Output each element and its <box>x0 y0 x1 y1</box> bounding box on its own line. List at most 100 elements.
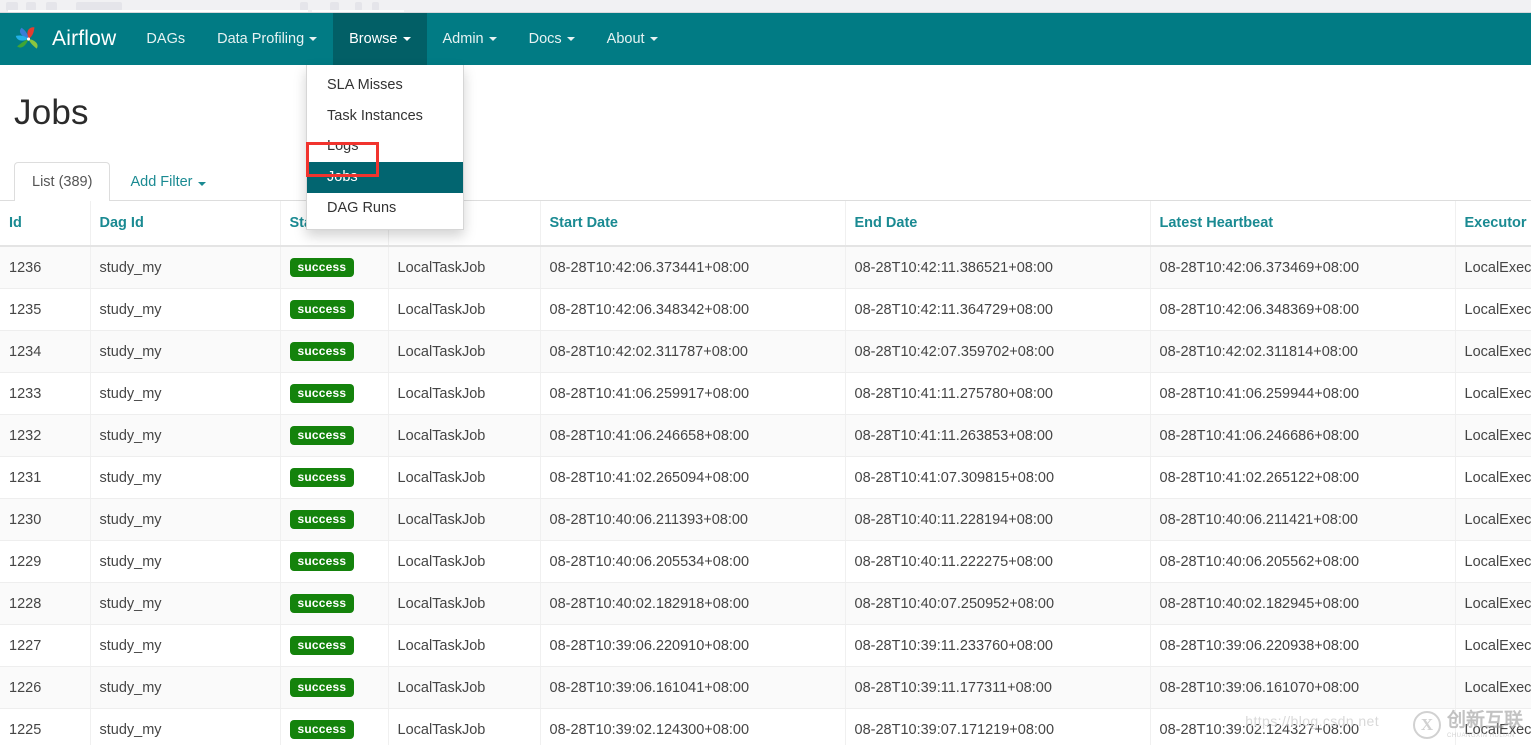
cell-state: success <box>280 415 388 457</box>
cell-end-date: 08-28T10:40:07.250952+08:00 <box>845 583 1150 625</box>
status-badge: success <box>290 594 355 613</box>
table-row[interactable]: 1233study_mysuccessLocalTaskJob08-28T10:… <box>0 373 1531 415</box>
cell-executor-class: LocalExecutor <box>1455 583 1531 625</box>
watermark-brand-cn: 创新互联 <box>1447 711 1523 730</box>
cell-job-type: LocalTaskJob <box>388 709 540 745</box>
brand-link[interactable]: Airflow <box>0 13 130 65</box>
cell-start-date: 08-28T10:39:06.161041+08:00 <box>540 667 845 709</box>
nav-item-admin-label: Admin <box>443 31 484 47</box>
browser-chrome <box>0 0 1531 13</box>
jobs-table: Id Dag Id State Job Type Start Date End … <box>0 201 1531 745</box>
page-content: Jobs List (389) Add Filter Id Dag Id Sta… <box>0 65 1531 745</box>
nav-item-data-profiling-label: Data Profiling <box>217 31 304 47</box>
table-row[interactable]: 1235study_mysuccessLocalTaskJob08-28T10:… <box>0 289 1531 331</box>
cell-id: 1234 <box>0 331 90 373</box>
cell-job-type: LocalTaskJob <box>388 457 540 499</box>
col-header-executor-class[interactable]: Executor Class <box>1455 201 1531 246</box>
table-row[interactable]: 1231study_mysuccessLocalTaskJob08-28T10:… <box>0 457 1531 499</box>
cell-state: success <box>280 709 388 745</box>
cell-executor-class: LocalExecutor <box>1455 499 1531 541</box>
jobs-table-head: Id Dag Id State Job Type Start Date End … <box>0 201 1531 246</box>
cell-dag-id: study_my <box>90 373 280 415</box>
cell-id: 1227 <box>0 625 90 667</box>
nav-item-docs[interactable]: Docs <box>513 13 591 65</box>
cell-latest-heartbeat: 08-28T10:42:02.311814+08:00 <box>1150 331 1455 373</box>
table-row[interactable]: 1227study_my success LocalTaskJob 08-28T10:… <box>0 625 1531 667</box>
cell-executor-class: LocalExecutor <box>1455 415 1531 457</box>
cell-id: 1236 <box>0 246 90 289</box>
cell-id: 1228 <box>0 583 90 625</box>
cell-executor-class: LocalExecutor <box>1455 331 1531 373</box>
status-badge: success <box>290 300 355 319</box>
browse-menu-item-logs[interactable]: Logs <box>307 131 463 162</box>
col-header-start-date[interactable]: Start Date <box>540 201 845 246</box>
nav-item-dags[interactable]: DAGs <box>130 13 201 65</box>
cell-dag-id: study_my <box>90 331 280 373</box>
nav-item-docs-label: Docs <box>529 31 562 47</box>
browse-menu-item-dag-runs[interactable]: DAG Runs <box>307 193 463 224</box>
cell-latest-heartbeat: 08-28T10:41:02.265122+08:00 <box>1150 457 1455 499</box>
cell-dag-id: study_my <box>90 289 280 331</box>
cell-state: success <box>280 583 388 625</box>
tab-list[interactable]: List (389) <box>14 162 110 201</box>
cell-latest-heartbeat: 08-28T10:39:06.161070+08:00 <box>1150 667 1455 709</box>
table-row[interactable]: 1234study_mysuccessLocalTaskJob 08-28T10:… <box>0 331 1531 373</box>
cell-id: 1226 <box>0 667 90 709</box>
cell-state: success <box>280 625 388 667</box>
airflow-pinwheel-logo-icon <box>14 25 43 54</box>
browse-menu-item-sla-misses[interactable]: SLA Misses <box>307 70 463 101</box>
add-filter-label: Add Filter <box>130 174 192 190</box>
cell-executor-class: LocalExecutor <box>1455 625 1531 667</box>
cell-dag-id: study_my <box>90 625 280 667</box>
col-header-latest-heartbeat[interactable]: Latest Heartbeat <box>1150 201 1455 246</box>
add-filter-dropdown[interactable]: Add Filter <box>112 162 223 201</box>
nav-item-dags-label: DAGs <box>146 31 185 47</box>
cell-dag-id: study_my <box>90 499 280 541</box>
status-badge: success <box>290 426 355 445</box>
cell-end-date: 08-28T10:39:11.233760+08:00 <box>845 625 1150 667</box>
nav-item-admin[interactable]: Admin <box>427 13 513 65</box>
col-header-dag-id[interactable]: Dag Id <box>90 201 280 246</box>
table-row[interactable]: 1236study_mysuccessLocalTaskJob08-28T10:… <box>0 246 1531 289</box>
cell-state: success <box>280 246 388 289</box>
cell-latest-heartbeat: 08-28T10:41:06.259944+08:00 <box>1150 373 1455 415</box>
status-badge: success <box>290 258 355 277</box>
cell-start-date: 08-28T10:42:06.373441+08:00 <box>540 246 845 289</box>
cell-job-type: LocalTaskJob <box>388 625 540 667</box>
jobs-table-scroll-container[interactable]: Id Dag Id State Job Type Start Date End … <box>0 201 1531 745</box>
cell-executor-class: LocalExecutor <box>1455 541 1531 583</box>
chrome-tab-underline-2 <box>312 10 404 12</box>
cell-executor-class: LocalExecutor <box>1455 457 1531 499</box>
table-row[interactable]: 1229study_mysuccessLocalTaskJob08-28T10:… <box>0 541 1531 583</box>
table-header-row: Id Dag Id State Job Type Start Date End … <box>0 201 1531 246</box>
cell-job-type: LocalTaskJob <box>388 415 540 457</box>
cell-end-date: 08-28T10:41:07.309815+08:00 <box>845 457 1150 499</box>
table-row[interactable]: 1232study_mysuccessLocalTaskJob08-28T10:… <box>0 415 1531 457</box>
browse-menu-item-task-instances[interactable]: Task Instances <box>307 101 463 132</box>
table-row[interactable]: 1230study_mysuccessLocalTaskJob08-28T10:… <box>0 499 1531 541</box>
cell-id: 1233 <box>0 373 90 415</box>
col-header-id[interactable]: Id <box>0 201 90 246</box>
cell-dag-id: study_my <box>90 709 280 745</box>
status-badge: success <box>290 636 355 655</box>
cell-executor-class: LocalExecutor <box>1455 373 1531 415</box>
cell-start-date: 08-28T10:39:02.124300+08:00 <box>540 709 845 745</box>
cell-job-type: LocalTaskJob <box>388 583 540 625</box>
cell-dag-id: study_my <box>90 246 280 289</box>
table-row[interactable]: 1226study_mysuccessLocalTaskJob08-28T10:… <box>0 667 1531 709</box>
nav-item-about[interactable]: About <box>591 13 674 65</box>
navbar-items: DAGs Data Profiling Browse Admin Docs Ab… <box>130 13 673 65</box>
cell-state: success <box>280 331 388 373</box>
cell-job-type: LocalTaskJob <box>388 331 540 373</box>
table-row[interactable]: 1228study_mysuccessLocalTaskJob08-28T10:… <box>0 583 1531 625</box>
nav-item-browse[interactable]: Browse <box>333 13 426 65</box>
cell-end-date: 08-28T10:39:11.177311+08:00 <box>845 667 1150 709</box>
cell-dag-id: study_my <box>90 667 280 709</box>
chevron-down-icon <box>650 37 658 41</box>
cell-latest-heartbeat: 08-28T10:40:02.182945+08:00 <box>1150 583 1455 625</box>
status-badge: success <box>290 720 355 739</box>
nav-item-data-profiling[interactable]: Data Profiling <box>201 13 333 65</box>
col-header-end-date[interactable]: End Date <box>845 201 1150 246</box>
brand-label: Airflow <box>52 27 116 51</box>
browse-menu-item-jobs[interactable]: Jobs <box>307 162 463 193</box>
